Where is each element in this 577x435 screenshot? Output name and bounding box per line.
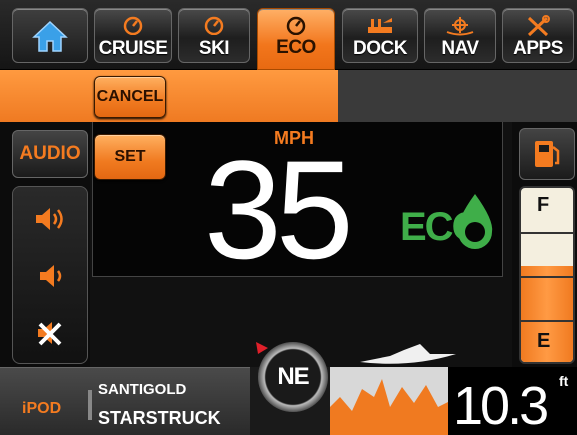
pause-icon bbox=[88, 390, 92, 420]
mute-button[interactable] bbox=[13, 305, 87, 361]
depth-value: 10.3 bbox=[453, 376, 549, 435]
cruise-button[interactable]: CRUISE bbox=[94, 8, 172, 63]
media-track: STARSTRUCK bbox=[98, 408, 221, 428]
home-button[interactable] bbox=[12, 8, 88, 63]
fuel-tick bbox=[521, 276, 573, 278]
fuel-tick bbox=[521, 320, 573, 322]
nav-button[interactable]: NAV bbox=[424, 8, 496, 63]
nav-label: NAV bbox=[441, 38, 479, 59]
compass-north-marker-icon bbox=[256, 342, 268, 354]
media-source: iPOD bbox=[22, 400, 62, 417]
fuel-tick bbox=[521, 232, 573, 234]
eco-leaf-icon bbox=[457, 194, 493, 249]
volume-up-button[interactable] bbox=[13, 191, 87, 247]
audio-button[interactable]: AUDIO bbox=[12, 130, 88, 178]
volume-panel bbox=[12, 186, 88, 364]
cancel-button[interactable]: CANCEL bbox=[94, 76, 166, 118]
apps-button[interactable]: APPS bbox=[502, 8, 574, 63]
boat-helm-icon bbox=[446, 17, 474, 36]
submenu-spacer bbox=[338, 70, 577, 122]
media-artist: SANTIGOLD bbox=[98, 381, 187, 398]
gauge-icon bbox=[123, 16, 143, 35]
dock-icon bbox=[368, 18, 392, 33]
depth-unit: ft bbox=[559, 373, 569, 389]
dock-button[interactable]: DOCK bbox=[342, 8, 418, 63]
eco-label: ECO bbox=[276, 37, 316, 58]
volume-down-button[interactable] bbox=[13, 248, 87, 304]
gauge-icon bbox=[286, 16, 306, 35]
ski-button[interactable]: SKI bbox=[178, 8, 250, 63]
tools-icon bbox=[527, 15, 550, 37]
gauge-icon bbox=[204, 16, 224, 35]
fuel-button[interactable] bbox=[519, 128, 575, 180]
volume-down-icon bbox=[40, 265, 62, 287]
set-button[interactable]: SET bbox=[94, 134, 166, 180]
boat-icon bbox=[360, 344, 456, 364]
sonar-profile-icon bbox=[330, 379, 450, 435]
depth-sonar-graph bbox=[330, 367, 450, 435]
top-nav-bar: CRUISE SKI ECO DOCK NAV APPS bbox=[0, 0, 577, 70]
dock-label: DOCK bbox=[353, 38, 407, 59]
home-icon bbox=[32, 20, 68, 52]
fuel-full-label: F bbox=[537, 194, 550, 216]
eco-submenu-bar bbox=[0, 70, 338, 122]
cruise-label: CRUISE bbox=[98, 38, 168, 59]
eco-button[interactable]: ECO bbox=[257, 8, 335, 70]
compass-heading: NE bbox=[277, 363, 309, 390]
volume-up-icon bbox=[36, 208, 63, 230]
apps-label: APPS bbox=[513, 38, 563, 59]
speed-value: 35 bbox=[204, 131, 354, 288]
ski-label: SKI bbox=[198, 38, 230, 59]
fuel-empty-label: E bbox=[537, 330, 551, 352]
helm-display: CRUISE SKI ECO DOCK NAV APPS AUDIO MPH 3… bbox=[0, 0, 577, 435]
mute-icon bbox=[38, 322, 62, 346]
fuel-pump-icon bbox=[535, 141, 560, 167]
